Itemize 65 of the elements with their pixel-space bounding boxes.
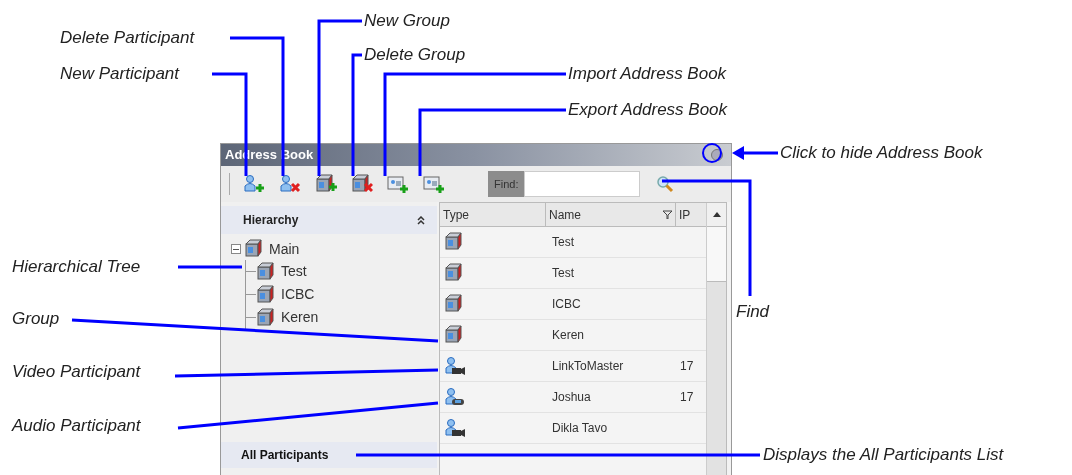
video-participant-icon: [444, 356, 466, 376]
filter-icon[interactable]: [663, 210, 672, 219]
callout-label: Video Participant: [12, 361, 141, 383]
table-cell-text: Test: [551, 234, 575, 251]
table-cell-text: Joshua: [551, 389, 592, 406]
search-icon[interactable]: [656, 175, 675, 193]
tree-item[interactable]: Test: [281, 261, 307, 282]
leader-line: [178, 265, 242, 269]
card-add-icon: [423, 174, 445, 194]
table-cell-text: Dikla Tavo: [551, 420, 609, 437]
video-participant-icon: [444, 418, 466, 438]
audio-participant-icon: [444, 387, 466, 407]
table-row[interactable]: Test: [440, 258, 706, 289]
callout-label: Click to hide Address Book: [780, 142, 983, 164]
person-remove-icon: [279, 174, 301, 194]
table-cell-text: 17: [680, 358, 694, 375]
table-cell-text: Test: [551, 265, 575, 282]
scroll-up-icon[interactable]: [712, 212, 721, 217]
callout-label: Find: [736, 301, 770, 323]
hierarchy-title: Hierarchy: [243, 212, 299, 229]
table-row[interactable]: LinkToMaster 17: [440, 351, 706, 382]
callout-label: Import Address Book: [568, 63, 727, 85]
callout-label: New Group: [364, 10, 450, 32]
group-add-icon: [315, 174, 337, 194]
new-participant-button[interactable]: [242, 173, 266, 195]
table-row[interactable]: Joshua 17: [440, 382, 706, 413]
callout-label: Displays the All Participants List: [763, 444, 1004, 466]
delete-participant-button[interactable]: [278, 173, 302, 195]
delete-group-button[interactable]: [350, 173, 374, 195]
tree-item[interactable]: Main: [269, 238, 300, 260]
collapse-icon[interactable]: [417, 215, 425, 225]
scrollbar-thumb[interactable]: [707, 227, 726, 282]
column-header[interactable]: Name: [546, 203, 676, 226]
table-cell-text: LinkToMaster: [551, 358, 625, 375]
find-field[interactable]: [524, 171, 641, 197]
table-row[interactable]: Keren: [440, 320, 706, 351]
export-button[interactable]: [422, 173, 446, 195]
tree-toggle[interactable]: [231, 244, 241, 254]
card-add-icon: [387, 174, 409, 194]
callout-label: Audio Participant: [12, 415, 141, 437]
scrollbar[interactable]: [706, 203, 726, 475]
import-button[interactable]: [386, 173, 410, 195]
highlight-circle: [702, 143, 722, 163]
callout-label: Hierarchical Tree: [12, 256, 141, 278]
all-participants-tab[interactable]: All Participants: [241, 446, 329, 464]
tree-item[interactable]: ICBC: [281, 284, 315, 305]
callout-label: Group: [12, 308, 60, 330]
group-remove-icon: [351, 174, 373, 194]
callout-arrow: [732, 146, 778, 160]
callout-label: New Participant: [60, 63, 180, 85]
new-group-button[interactable]: [314, 173, 338, 195]
callout-label: Delete Group: [364, 44, 466, 66]
tree-item[interactable]: Keren: [281, 307, 319, 328]
table-cell-text: Keren: [551, 327, 586, 344]
find-label: Find:: [488, 171, 525, 197]
table-row[interactable]: Test: [440, 227, 706, 258]
table-cell-text: 17: [680, 389, 694, 406]
table-row[interactable]: Dikla Tavo: [440, 413, 706, 444]
callout-label: Export Address Book: [568, 99, 728, 121]
column-header[interactable]: Type: [440, 203, 546, 226]
person-add-icon: [243, 174, 265, 194]
callout-label: Delete Participant: [60, 27, 195, 49]
table-row[interactable]: ICBC: [440, 289, 706, 320]
column-header[interactable]: IP: [676, 203, 706, 226]
table-cell-text: ICBC: [551, 296, 582, 313]
